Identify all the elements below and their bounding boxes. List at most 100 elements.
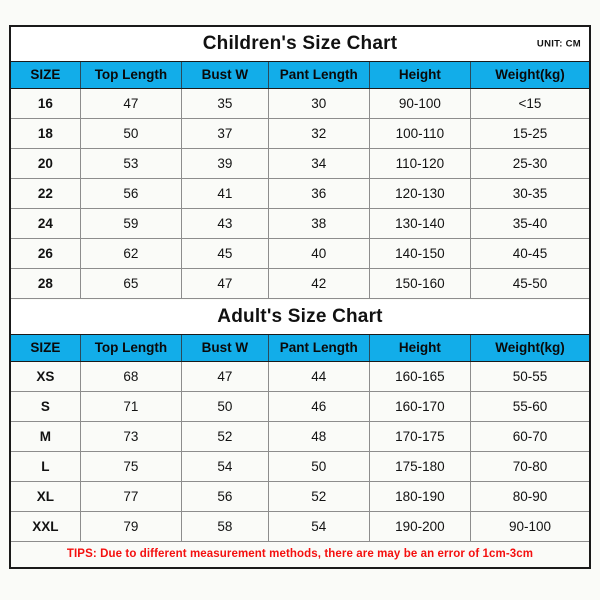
cell-pant-length: 40	[267, 237, 370, 269]
cell-size: XS	[11, 360, 81, 392]
cell-pant-length: 54	[267, 510, 370, 542]
cell-height: 175-180	[368, 450, 471, 482]
size-chart-body: Children's Size Chart UNIT: CM SIZE Top …	[11, 27, 589, 567]
tips-cell: TIPS: Due to different measurement metho…	[11, 540, 589, 567]
cell-bust-w: 41	[181, 177, 269, 209]
cell-size: 26	[11, 237, 81, 269]
children-title-row: Children's Size Chart UNIT: CM	[11, 27, 589, 62]
cell-height: 100-110	[368, 117, 471, 149]
cell-bust-w: 52	[181, 420, 269, 452]
cell-weight: 90-100	[469, 510, 589, 542]
cell-top-length: 68	[79, 360, 183, 392]
cell-weight: 35-40	[469, 207, 589, 239]
cell-top-length: 62	[79, 237, 183, 269]
cell-pant-length: 30	[267, 87, 370, 119]
children-column-header-pant-length: Pant Length	[267, 60, 370, 89]
cell-top-length: 50	[79, 117, 183, 149]
cell-pant-length: 38	[267, 207, 370, 239]
cell-bust-w: 39	[181, 147, 269, 179]
cell-pant-length: 36	[267, 177, 370, 209]
tips-row: TIPS: Due to different measurement metho…	[11, 540, 589, 567]
adults-title-cell: Adult's Size Chart	[11, 300, 589, 335]
cell-weight: 80-90	[469, 480, 589, 512]
cell-weight: 25-30	[469, 147, 589, 179]
cell-top-length: 73	[79, 420, 183, 452]
table-row: 22 56 41 36 120-130 30-35	[11, 177, 589, 209]
cell-top-length: 71	[79, 390, 183, 422]
cell-pant-length: 44	[267, 360, 370, 392]
cell-weight: 15-25	[469, 117, 589, 149]
cell-height: 120-130	[368, 177, 471, 209]
cell-bust-w: 56	[181, 480, 269, 512]
cell-height: 130-140	[368, 207, 471, 239]
cell-top-length: 65	[79, 267, 183, 299]
table-row: 16 47 35 30 90-100 <15	[11, 87, 589, 119]
children-column-header-weight: Weight(kg)	[469, 60, 589, 89]
cell-height: 160-170	[368, 390, 471, 422]
cell-pant-length: 52	[267, 480, 370, 512]
cell-height: 190-200	[368, 510, 471, 542]
cell-top-length: 53	[79, 147, 183, 179]
cell-height: 160-165	[368, 360, 471, 392]
adults-column-header-height: Height	[368, 333, 471, 362]
cell-weight: 60-70	[469, 420, 589, 452]
cell-top-length: 77	[79, 480, 183, 512]
adults-column-header-size: SIZE	[11, 333, 81, 362]
cell-pant-length: 32	[267, 117, 370, 149]
children-column-header-top-length: Top Length	[79, 60, 183, 89]
cell-pant-length: 42	[267, 267, 370, 299]
adults-title-row: Adult's Size Chart	[11, 300, 589, 335]
unit-label: UNIT: CM	[536, 38, 581, 50]
cell-bust-w: 50	[181, 390, 269, 422]
cell-size: S	[11, 390, 81, 422]
size-chart-container: Children's Size Chart UNIT: CM SIZE Top …	[9, 25, 591, 569]
tips-note: TIPS: Due to different measurement metho…	[66, 548, 534, 561]
cell-size: XXL	[11, 510, 81, 542]
table-row: XXL 79 58 54 190-200 90-100	[11, 510, 589, 542]
cell-size: M	[11, 420, 81, 452]
table-row: XL 77 56 52 180-190 80-90	[11, 480, 589, 512]
cell-weight: 55-60	[469, 390, 589, 422]
cell-weight: 30-35	[469, 177, 589, 209]
cell-height: 170-175	[368, 420, 471, 452]
children-title-cell: Children's Size Chart UNIT: CM	[11, 27, 589, 62]
cell-size: XL	[11, 480, 81, 512]
cell-size: 22	[11, 177, 81, 209]
cell-pant-length: 46	[267, 390, 370, 422]
cell-weight: 70-80	[469, 450, 589, 482]
cell-top-length: 56	[79, 177, 183, 209]
cell-weight: 50-55	[469, 360, 589, 392]
table-row: 26 62 45 40 140-150 40-45	[11, 237, 589, 269]
cell-top-length: 47	[79, 87, 183, 119]
cell-bust-w: 58	[181, 510, 269, 542]
cell-weight: 45-50	[469, 267, 589, 299]
cell-weight: 40-45	[469, 237, 589, 269]
cell-bust-w: 47	[181, 360, 269, 392]
adults-header-row: SIZE Top Length Bust W Pant Length Heigh…	[11, 333, 589, 362]
adults-column-header-bust-w: Bust W	[181, 333, 269, 362]
cell-size: 16	[11, 87, 81, 119]
cell-bust-w: 37	[181, 117, 269, 149]
table-row: L 75 54 50 175-180 70-80	[11, 450, 589, 482]
cell-bust-w: 43	[181, 207, 269, 239]
cell-pant-length: 48	[267, 420, 370, 452]
cell-height: 180-190	[368, 480, 471, 512]
size-chart-table: Children's Size Chart UNIT: CM SIZE Top …	[11, 27, 589, 567]
table-row: S 71 50 46 160-170 55-60	[11, 390, 589, 422]
table-row: 28 65 47 42 150-160 45-50	[11, 267, 589, 299]
cell-size: 18	[11, 117, 81, 149]
table-row: XS 68 47 44 160-165 50-55	[11, 360, 589, 392]
cell-size: 24	[11, 207, 81, 239]
cell-top-length: 79	[79, 510, 183, 542]
cell-pant-length: 34	[267, 147, 370, 179]
size-chart-page: Children's Size Chart UNIT: CM SIZE Top …	[0, 0, 600, 600]
adults-chart-title: Adult's Size Chart	[217, 305, 383, 327]
cell-top-length: 59	[79, 207, 183, 239]
cell-weight: <15	[469, 87, 589, 119]
children-column-header-height: Height	[368, 60, 471, 89]
table-row: M 73 52 48 170-175 60-70	[11, 420, 589, 452]
cell-bust-w: 47	[181, 267, 269, 299]
table-row: 20 53 39 34 110-120 25-30	[11, 147, 589, 179]
children-header-row: SIZE Top Length Bust W Pant Length Heigh…	[11, 60, 589, 89]
cell-bust-w: 54	[181, 450, 269, 482]
